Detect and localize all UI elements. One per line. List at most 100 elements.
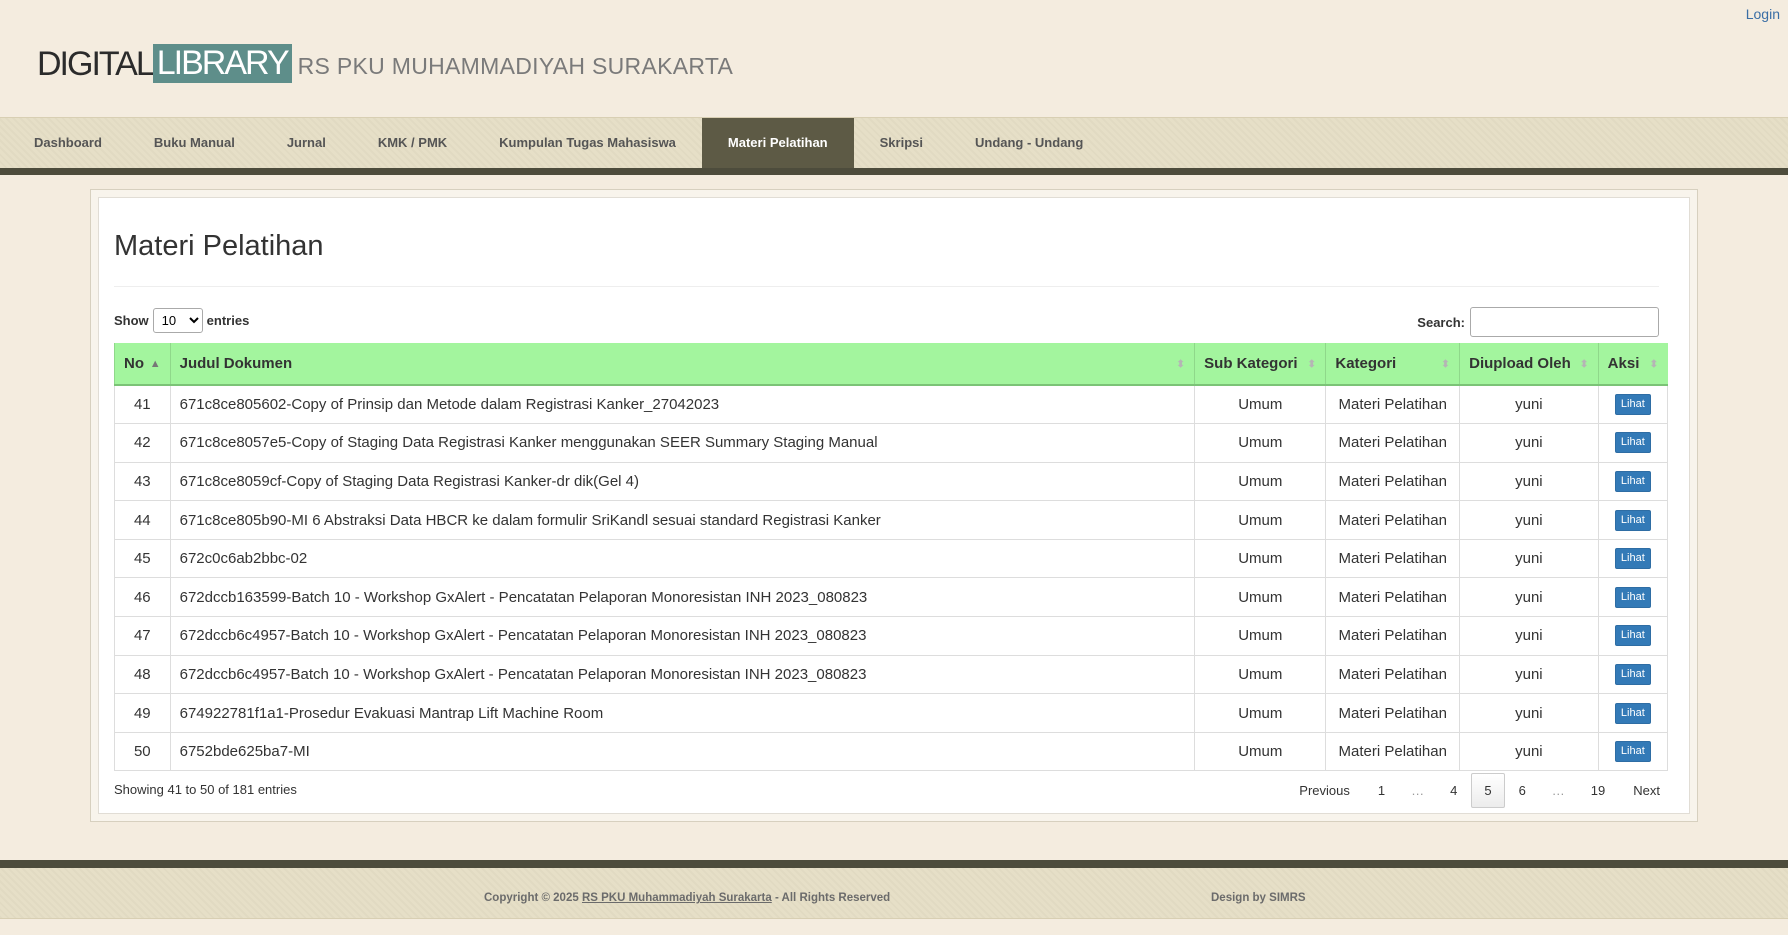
- cell-no: 50: [114, 731, 171, 772]
- cell-kategori: Materi Pelatihan: [1325, 731, 1461, 772]
- copyright-suffix: - All Rights Reserved: [771, 892, 891, 904]
- nav-jurnal[interactable]: Jurnal: [261, 118, 352, 168]
- pagination-page-6[interactable]: 6: [1505, 774, 1540, 807]
- cell-aksi: Lihat: [1597, 538, 1669, 579]
- nav-kumpulan-tugas-mahasiswa[interactable]: Kumpulan Tugas Mahasiswa: [473, 118, 702, 168]
- content-panel: Materi Pelatihan Show 10 entries Search:…: [98, 197, 1690, 814]
- search-control: Search:: [1417, 307, 1659, 337]
- cell-aksi: Lihat: [1597, 731, 1669, 772]
- cell-aksi: Lihat: [1597, 577, 1669, 618]
- column-header-aksi[interactable]: Aksi ⬍: [1597, 343, 1668, 386]
- nav-kmk-pmk[interactable]: KMK / PMK: [352, 118, 473, 168]
- copyright-prefix: Copyright © 2025: [484, 892, 582, 904]
- cell-kategori: Materi Pelatihan: [1325, 538, 1461, 579]
- brand-digital: DIGITAL: [37, 44, 155, 83]
- nav-undang-undang[interactable]: Undang - Undang: [949, 118, 1109, 168]
- column-header-label: Sub Kategori: [1204, 355, 1298, 372]
- cell-no: 48: [114, 654, 171, 695]
- search-label: Search:: [1417, 314, 1465, 330]
- lihat-button[interactable]: Lihat: [1614, 470, 1651, 492]
- footer-copyright: Copyright © 2025 RS PKU Muhammadiyah Sur…: [484, 892, 890, 904]
- pagination: Previous 1 … 4 5 6 … 19 Next: [1285, 773, 1674, 808]
- cell-aksi: Lihat: [1597, 693, 1669, 733]
- lihat-button[interactable]: Lihat: [1614, 741, 1651, 763]
- column-header-no[interactable]: No ▲: [114, 343, 171, 386]
- site-logo[interactable]: DIGITAL LIBRARY RS PKU MUHAMMADIYAH SURAK…: [37, 44, 733, 83]
- cell-sub-kategori: Umum: [1194, 616, 1327, 656]
- table-row: 44 671c8ce805b90-MI 6 Abstraksi Data HBCR…: [114, 500, 1669, 540]
- cell-sub-kategori: Umum: [1194, 461, 1327, 502]
- pagination-page-19[interactable]: 19: [1577, 774, 1619, 807]
- cell-diupload-oleh: yuni: [1459, 731, 1599, 772]
- pagination-page-4[interactable]: 4: [1436, 774, 1471, 807]
- cell-diupload-oleh: yuni: [1459, 461, 1599, 502]
- cell-judul: 671c8ce8057e5-Copy of Staging Data Regis…: [169, 423, 1196, 463]
- column-header-label: No: [124, 355, 144, 372]
- copyright-link[interactable]: RS PKU Muhammadiyah Surakarta: [582, 892, 772, 904]
- cell-kategori: Materi Pelatihan: [1325, 577, 1461, 618]
- column-header-sub-kategori[interactable]: Sub Kategori ⬍: [1194, 343, 1326, 386]
- cell-kategori: Materi Pelatihan: [1325, 693, 1461, 733]
- nav-skripsi[interactable]: Skripsi: [854, 118, 949, 168]
- footer-divider: [0, 860, 1788, 868]
- cell-diupload-oleh: yuni: [1459, 577, 1599, 618]
- pagination-next[interactable]: Next: [1619, 774, 1674, 807]
- lihat-button[interactable]: Lihat: [1614, 509, 1651, 531]
- cell-aksi: Lihat: [1597, 384, 1669, 425]
- cell-no: 45: [114, 538, 171, 579]
- cell-aksi: Lihat: [1597, 616, 1669, 656]
- lihat-button[interactable]: Lihat: [1614, 586, 1651, 608]
- cell-aksi: Lihat: [1597, 654, 1669, 695]
- page-title: Materi Pelatihan: [114, 230, 324, 262]
- table-row: 45 672c0c6ab2bbc-02 Umum Materi Pelatihan yu…: [114, 538, 1669, 579]
- column-header-label: Judul Dokumen: [179, 355, 293, 372]
- nav-materi-pelatihan[interactable]: Materi Pelatihan: [701, 118, 854, 168]
- column-header-kategori[interactable]: Kategori ⬍: [1325, 343, 1460, 386]
- cell-aksi: Lihat: [1597, 461, 1669, 502]
- cell-no: 49: [114, 693, 171, 733]
- table-row: 46 672dccb163599-Batch 10 - Workshop GxAl…: [114, 577, 1669, 618]
- lihat-button[interactable]: Lihat: [1614, 548, 1651, 570]
- sort-asc-icon: ▲: [149, 357, 161, 370]
- lihat-button[interactable]: Lihat: [1614, 394, 1651, 416]
- entries-label: entries: [206, 313, 250, 328]
- pagination-page-1[interactable]: 1: [1364, 774, 1399, 807]
- cell-judul: 671c8ce805b90-MI 6 Abstraksi Data HBCR k…: [169, 500, 1196, 540]
- cell-diupload-oleh: yuni: [1459, 616, 1599, 656]
- page-length-control: Show 10 entries: [114, 308, 249, 333]
- lihat-button[interactable]: Lihat: [1614, 663, 1651, 685]
- table-row: 48 672dccb6c4957-Batch 10 - Workshop GxAl…: [114, 654, 1669, 695]
- documents-table: No ▲ Judul Dokumen ⬍ Sub Kategori ⬍ Kategor…: [114, 343, 1669, 772]
- search-input[interactable]: [1470, 307, 1659, 337]
- nav-dashboard[interactable]: Dashboard: [8, 118, 128, 168]
- cell-judul: 672dccb163599-Batch 10 - Workshop GxAler…: [169, 577, 1196, 618]
- cell-judul: 6752bde625ba7-MI: [169, 731, 1196, 772]
- cell-sub-kategori: Umum: [1194, 500, 1327, 540]
- cell-diupload-oleh: yuni: [1459, 538, 1599, 579]
- cell-no: 44: [114, 500, 171, 540]
- cell-sub-kategori: Umum: [1194, 538, 1327, 579]
- pagination-ellipsis: …: [1551, 783, 1565, 798]
- column-header-diupload-oleh[interactable]: Diupload Oleh ⬍: [1459, 343, 1599, 386]
- cell-diupload-oleh: yuni: [1459, 693, 1599, 733]
- sort-both-icon: ⬍: [1649, 358, 1659, 370]
- pagination-previous[interactable]: Previous: [1285, 774, 1364, 807]
- cell-kategori: Materi Pelatihan: [1325, 500, 1461, 540]
- lihat-button[interactable]: Lihat: [1614, 625, 1651, 647]
- cell-no: 42: [114, 423, 171, 463]
- cell-kategori: Materi Pelatihan: [1325, 461, 1461, 502]
- lihat-button[interactable]: Lihat: [1614, 432, 1651, 454]
- column-header-label: Aksi: [1607, 355, 1640, 372]
- pagination-page-5-current[interactable]: 5: [1471, 773, 1505, 808]
- sort-both-icon: ⬍: [1579, 358, 1589, 370]
- column-header-label: Diupload Oleh: [1469, 355, 1571, 372]
- cell-kategori: Materi Pelatihan: [1325, 423, 1461, 463]
- lihat-button[interactable]: Lihat: [1614, 702, 1651, 724]
- sort-both-icon: ⬍: [1440, 358, 1451, 370]
- nav-buku-manual[interactable]: Buku Manual: [128, 118, 261, 168]
- login-link[interactable]: Login: [1746, 6, 1780, 22]
- page-length-select[interactable]: 10: [152, 308, 203, 333]
- column-header-judul[interactable]: Judul Dokumen ⬍: [169, 343, 1195, 386]
- cell-sub-kategori: Umum: [1194, 577, 1327, 618]
- table-row: 43 671c8ce8059cf-Copy of Staging Data Reg…: [114, 461, 1669, 502]
